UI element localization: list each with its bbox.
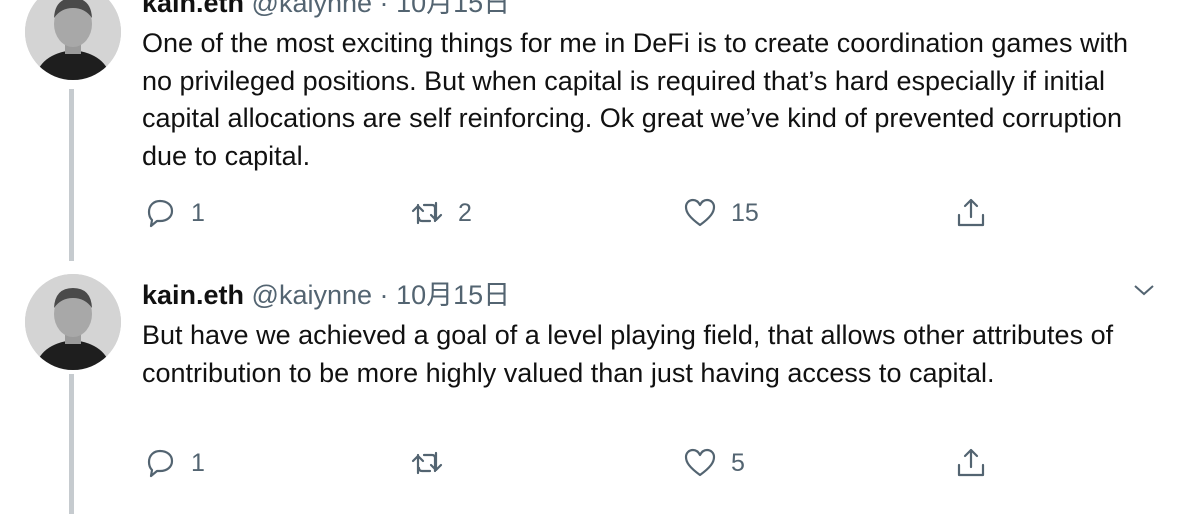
tweet-header: kain.eth @kaiynne · 10月15日 xyxy=(142,278,510,312)
like-count: 5 xyxy=(731,448,745,477)
tweet-date[interactable]: 10月15日 xyxy=(396,0,510,18)
reply-icon xyxy=(147,449,174,478)
tweet-actions: 1 2 15 xyxy=(0,196,1184,236)
retweet-count: 2 xyxy=(458,198,472,227)
share-button[interactable] xyxy=(954,196,988,230)
share-icon xyxy=(957,448,985,477)
heart-icon xyxy=(684,198,716,227)
share-icon xyxy=(957,198,985,227)
heart-icon xyxy=(684,448,716,477)
avatar[interactable] xyxy=(25,0,121,80)
author-name[interactable]: kain.eth xyxy=(142,0,244,18)
separator: · xyxy=(379,0,389,18)
tweet-actions: 1 5 xyxy=(0,446,1184,486)
reply-button[interactable]: 1 xyxy=(143,446,205,480)
author-handle[interactable]: @kaiynne xyxy=(252,280,372,310)
author-handle[interactable]: @kaiynne xyxy=(252,0,372,18)
thread-line xyxy=(69,374,74,514)
avatar[interactable] xyxy=(25,274,121,370)
like-button[interactable]: 5 xyxy=(683,446,745,480)
tweet-text: But have we achieved a goal of a level p… xyxy=(142,320,1114,388)
share-button[interactable] xyxy=(954,446,988,480)
tweet-text: One of the most exciting things for me i… xyxy=(142,28,1128,171)
like-count: 15 xyxy=(731,198,759,227)
retweet-icon xyxy=(411,201,443,225)
chevron-down-icon[interactable] xyxy=(1130,0,1158,8)
reply-count: 1 xyxy=(191,448,205,477)
retweet-icon xyxy=(411,451,443,475)
retweet-button[interactable] xyxy=(410,446,458,480)
tweet-header: kain.eth @kaiynne · 10月15日 xyxy=(142,0,510,20)
tweet[interactable]: kain.eth @kaiynne · 10月15日 But have we a… xyxy=(0,262,1184,514)
separator: · xyxy=(379,280,389,310)
reply-icon xyxy=(147,199,174,228)
reply-count: 1 xyxy=(191,198,205,227)
like-button[interactable]: 15 xyxy=(683,196,759,230)
tweet-date[interactable]: 10月15日 xyxy=(396,280,510,310)
retweet-button[interactable]: 2 xyxy=(410,196,472,230)
chevron-down-icon[interactable] xyxy=(1130,276,1158,304)
tweet[interactable]: kain.eth @kaiynne · 10月15日 One of the mo… xyxy=(0,0,1184,261)
author-name[interactable]: kain.eth xyxy=(142,280,244,310)
reply-button[interactable]: 1 xyxy=(143,196,205,230)
